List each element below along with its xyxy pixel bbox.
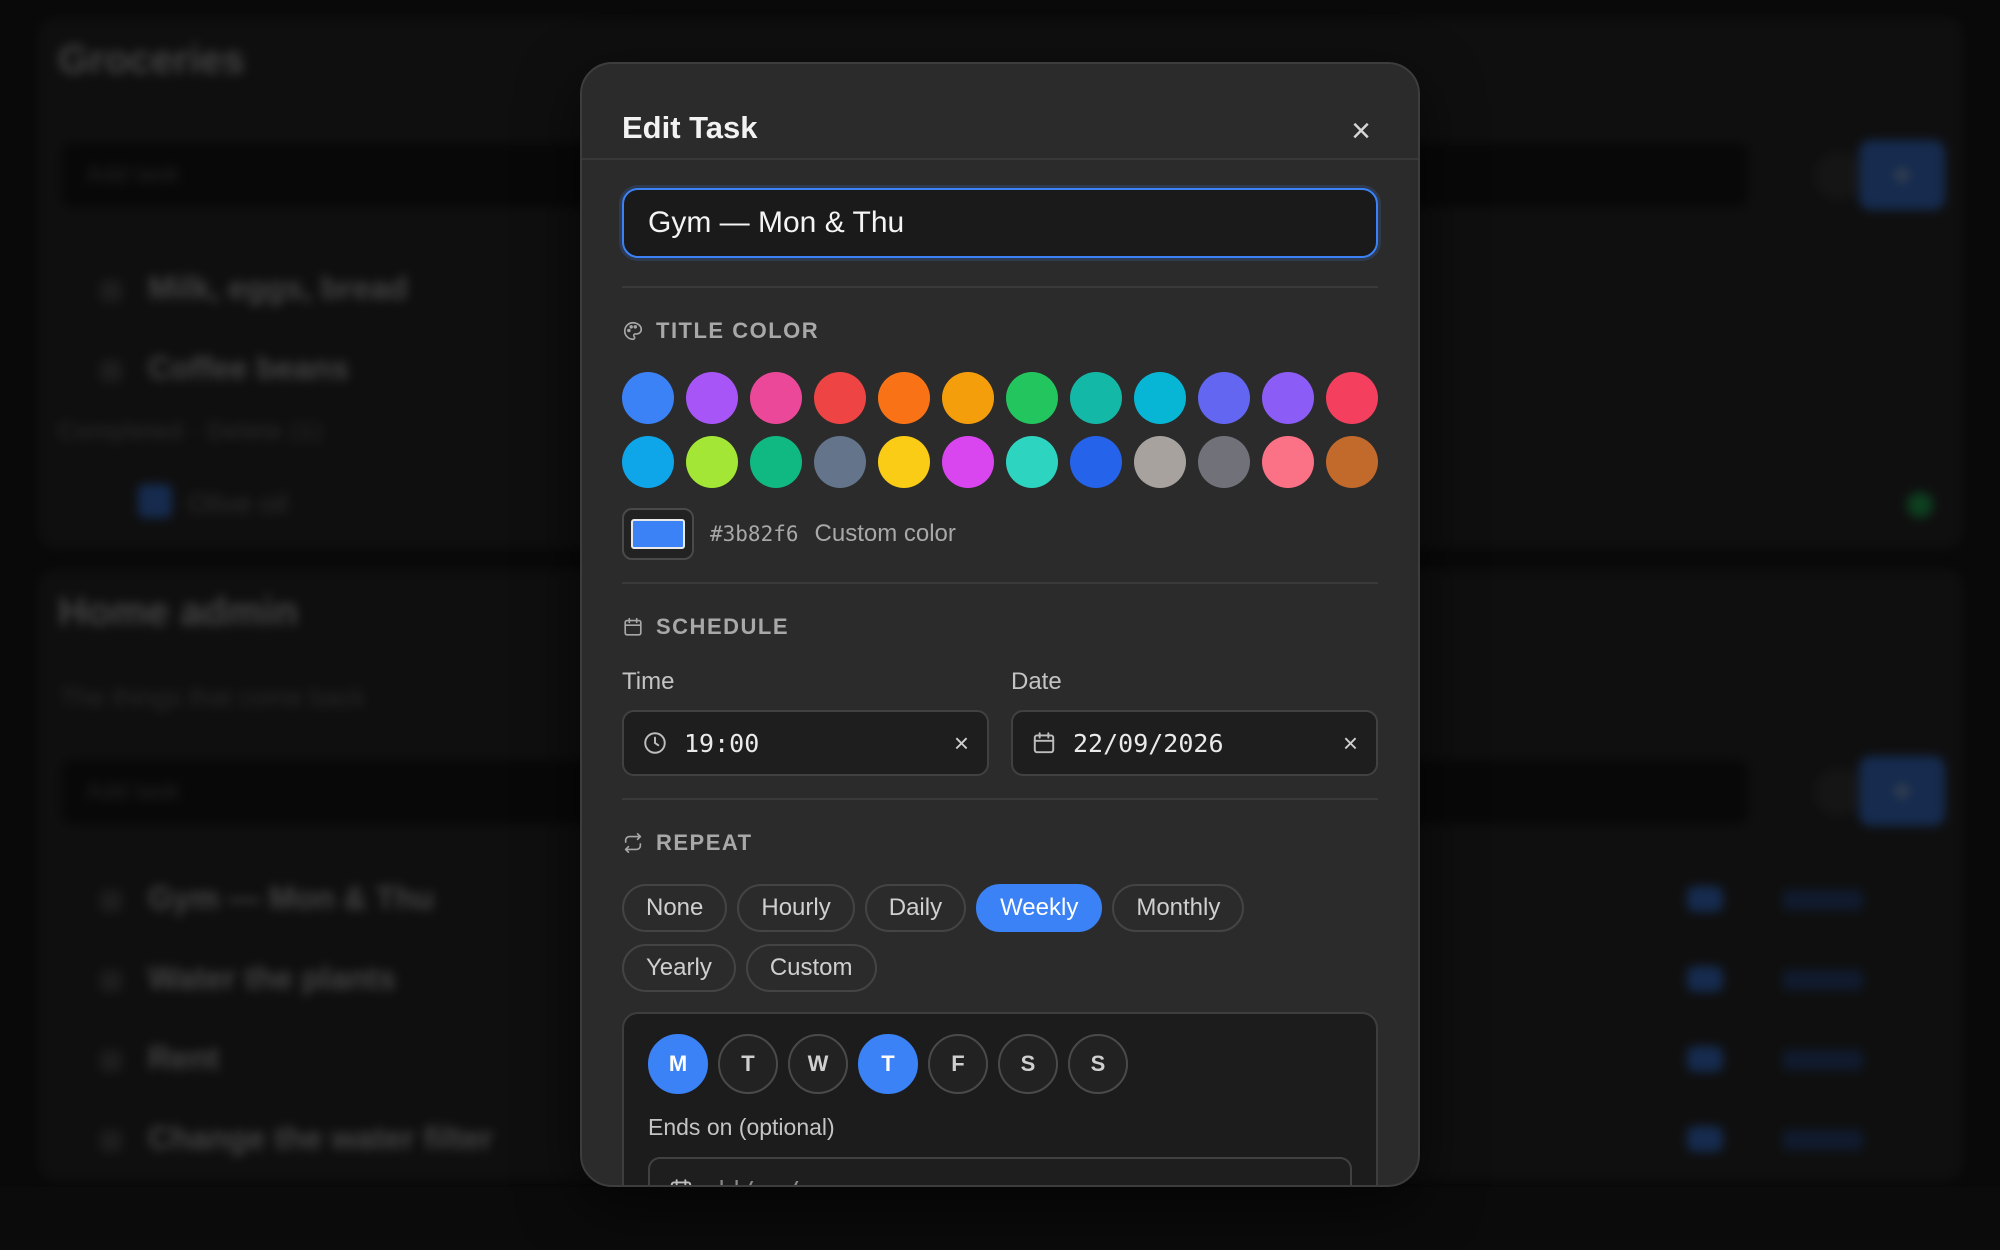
repeat-option-hourly[interactable]: Hourly — [737, 884, 855, 932]
color-swatch[interactable] — [878, 436, 930, 488]
title-color-label: TITLE COLOR — [656, 318, 820, 343]
modal-header: Edit Task × — [582, 64, 1418, 160]
custom-color-preview — [631, 519, 685, 549]
ends-on-placeholder: dd/mm/yyyy — [710, 1176, 861, 1186]
color-swatch[interactable] — [1070, 436, 1122, 488]
clear-time-button[interactable]: × — [954, 730, 969, 756]
color-swatch[interactable] — [750, 436, 802, 488]
weekday-toggle[interactable]: W — [788, 1034, 848, 1094]
color-swatch[interactable] — [622, 436, 674, 488]
repeat-icon — [624, 833, 642, 853]
weekday-toggle[interactable]: S — [1068, 1034, 1128, 1094]
ends-on-label: Ends on (optional) — [648, 1114, 835, 1140]
time-value: 19:00 — [684, 728, 760, 758]
color-swatch-grid — [622, 372, 1378, 488]
edit-task-modal: Edit Task × TITLE COLOR #3b82f6 Custom c… — [580, 62, 1420, 1187]
weekday-toggle[interactable]: T — [718, 1034, 778, 1094]
time-group: Time 19:00 × — [622, 668, 989, 776]
repeat-label: REPEAT — [656, 830, 753, 855]
palette-icon — [624, 321, 643, 341]
page-bottom-strip — [0, 1187, 2000, 1250]
time-label: Time — [622, 668, 675, 695]
repeat-heading: REPEAT — [622, 830, 1378, 856]
divider — [622, 582, 1378, 584]
title-color-heading: TITLE COLOR — [622, 318, 1378, 344]
ends-on-input[interactable]: dd/mm/yyyy — [648, 1157, 1352, 1186]
calendar-icon — [624, 617, 642, 636]
color-swatch[interactable] — [686, 372, 738, 424]
date-input[interactable]: 22/09/2026 × — [1011, 710, 1378, 776]
weekday-toggle[interactable]: T — [858, 1034, 918, 1094]
time-input[interactable]: 19:00 × — [622, 710, 989, 776]
custom-color-row: #3b82f6 Custom color — [622, 508, 1378, 560]
color-swatch[interactable] — [1134, 372, 1186, 424]
divider — [622, 286, 1378, 288]
weekday-selector: MTWTFSS — [648, 1034, 1352, 1094]
color-swatch[interactable] — [878, 372, 930, 424]
repeat-option-none[interactable]: None — [622, 884, 728, 932]
color-swatch[interactable] — [1326, 436, 1378, 488]
weekday-toggle[interactable]: F — [928, 1034, 988, 1094]
color-swatch[interactable] — [750, 372, 802, 424]
weekday-toggle[interactable]: M — [648, 1034, 708, 1094]
color-swatch[interactable] — [942, 372, 994, 424]
modal-title: Edit Task — [622, 110, 758, 145]
color-swatch[interactable] — [1070, 372, 1122, 424]
color-swatch[interactable] — [686, 436, 738, 488]
color-swatch[interactable] — [1006, 372, 1058, 424]
modal-body: TITLE COLOR #3b82f6 Custom color SCHEDUL… — [622, 188, 1378, 1186]
color-swatch[interactable] — [1262, 372, 1314, 424]
weekly-settings: MTWTFSS Ends on (optional) dd/mm/yyyy — [622, 1012, 1378, 1186]
date-label: Date — [1011, 668, 1062, 695]
divider — [622, 798, 1378, 800]
schedule-fields: Time 19:00 × Date 22/09/2026 × — [622, 668, 1378, 776]
color-swatch[interactable] — [1262, 436, 1314, 488]
schedule-label: SCHEDULE — [656, 614, 790, 639]
custom-color-picker[interactable] — [622, 508, 694, 560]
calendar-icon — [670, 1179, 692, 1185]
repeat-option-yearly[interactable]: Yearly — [622, 944, 736, 992]
calendar-icon — [1033, 732, 1055, 754]
custom-color-label: Custom color — [814, 520, 956, 547]
date-value: 22/09/2026 — [1073, 728, 1224, 758]
repeat-option-monthly[interactable]: Monthly — [1112, 884, 1245, 932]
weekday-toggle[interactable]: S — [998, 1034, 1058, 1094]
custom-color-hex: #3b82f6 — [710, 522, 799, 546]
repeat-options: None Hourly Daily Weekly Monthly Yearly Custom — [622, 884, 1282, 992]
color-swatch[interactable] — [1134, 436, 1186, 488]
color-swatch[interactable] — [814, 436, 866, 488]
color-swatch[interactable] — [622, 372, 674, 424]
close-icon: × — [1351, 112, 1371, 150]
repeat-option-custom[interactable]: Custom — [745, 944, 877, 992]
repeat-option-weekly[interactable]: Weekly — [976, 884, 1103, 932]
color-swatch[interactable] — [1326, 372, 1378, 424]
date-group: Date 22/09/2026 × — [1011, 668, 1378, 776]
schedule-heading: SCHEDULE — [622, 614, 1378, 640]
color-swatch[interactable] — [1006, 436, 1058, 488]
task-title-input[interactable] — [622, 188, 1378, 258]
clock-icon — [644, 732, 666, 754]
close-button[interactable]: × — [1344, 114, 1378, 150]
color-swatch[interactable] — [814, 372, 866, 424]
clear-date-button[interactable]: × — [1343, 730, 1358, 756]
color-swatch[interactable] — [942, 436, 994, 488]
color-swatch[interactable] — [1198, 372, 1250, 424]
color-swatch[interactable] — [1198, 436, 1250, 488]
repeat-option-daily[interactable]: Daily — [864, 884, 967, 932]
